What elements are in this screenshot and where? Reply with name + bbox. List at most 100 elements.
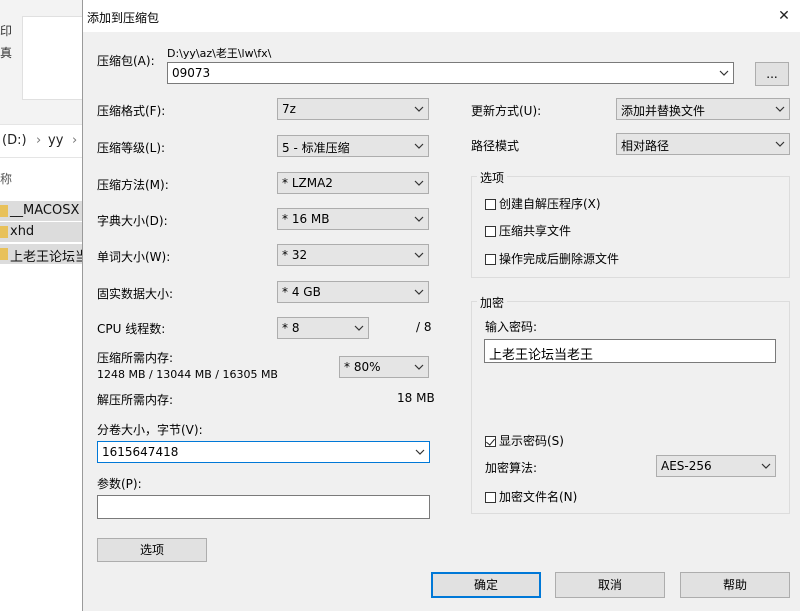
file-row[interactable]: __MACOSX: [0, 201, 82, 221]
encryption-method-combo[interactable]: AES-256: [656, 455, 776, 477]
chevron-down-icon: [414, 216, 424, 222]
threads-combo[interactable]: * 8: [277, 317, 369, 339]
cancel-button[interactable]: 取消: [555, 572, 665, 598]
threads-max: / 8: [416, 320, 432, 334]
password-value: 上老王论坛当老王: [489, 348, 594, 363]
dict-combo[interactable]: * 16 MB: [277, 208, 429, 230]
chevron-down-icon: [719, 70, 729, 76]
chevron-down-icon: [354, 325, 364, 331]
show-password-checkbox[interactable]: 显示密码(S): [485, 432, 564, 449]
file-row[interactable]: xhd: [0, 222, 82, 242]
address-folder[interactable]: yy: [48, 133, 63, 148]
pathmode-combo[interactable]: 相对路径: [616, 133, 790, 155]
level-label: 压缩等级(L):: [97, 141, 166, 155]
browse-button[interactable]: ...: [755, 62, 789, 86]
chevron-down-icon: [415, 449, 425, 455]
chevron-down-icon: [414, 364, 424, 370]
mem-decompress-value: 18 MB: [397, 391, 435, 405]
chevron-down-icon: [775, 106, 785, 112]
checkbox-icon: [485, 226, 496, 237]
explorer-window: 印 真 (D:) › yy › 称 __MACOSX xhd 上老王论坛当: [0, 0, 82, 611]
file-name: 上老王论坛当: [10, 250, 82, 265]
mem-percent-combo[interactable]: * 80%: [339, 356, 429, 378]
encrypt-names-checkbox[interactable]: 加密文件名(N): [485, 488, 577, 505]
close-icon: ✕: [778, 8, 790, 24]
ribbon-text-2: 真: [0, 46, 13, 60]
chevron-down-icon: [775, 141, 785, 147]
breadcrumb-chevron-icon: ›: [36, 133, 42, 148]
archive-name-value: 09073: [172, 66, 211, 80]
method-combo[interactable]: * LZMA2: [277, 172, 429, 194]
help-button[interactable]: 帮助: [680, 572, 790, 598]
format-combo[interactable]: 7z: [277, 98, 429, 120]
checkbox-icon: [485, 492, 496, 503]
level-value: 5 - 标准压缩: [282, 141, 350, 155]
show-password-label: 显示密码(S): [499, 434, 564, 448]
checkbox-icon: [485, 199, 496, 210]
word-combo[interactable]: * 32: [277, 244, 429, 266]
encryption-method-value: AES-256: [661, 459, 712, 473]
word-label: 单词大小(W):: [97, 250, 171, 264]
archive-name-combo[interactable]: 09073: [167, 62, 734, 84]
breadcrumb-chevron-icon: ›: [72, 133, 78, 148]
options-group-title: 选项: [477, 169, 508, 186]
options-button[interactable]: 选项: [97, 538, 207, 562]
checkbox-checked-icon: [485, 436, 496, 447]
file-name: xhd: [10, 224, 35, 239]
params-input[interactable]: [97, 495, 430, 519]
method-label: 压缩方法(M):: [97, 178, 169, 192]
delete-after-checkbox[interactable]: 操作完成后删除源文件: [485, 250, 619, 267]
volume-label: 分卷大小，字节(V):: [97, 423, 203, 437]
threads-label: CPU 线程数:: [97, 322, 166, 336]
folder-icon: [0, 248, 8, 260]
password-input[interactable]: 上老王论坛当老王: [484, 339, 776, 363]
update-label: 更新方式(U):: [471, 104, 542, 118]
dialog-titlebar[interactable]: 添加到压缩包 ✕: [83, 0, 800, 32]
file-row[interactable]: 上老王论坛当: [0, 244, 82, 265]
encrypt-names-label: 加密文件名(N): [499, 490, 578, 504]
shared-files-label: 压缩共享文件: [499, 224, 572, 238]
column-header-name[interactable]: 称: [0, 170, 12, 187]
explorer-address-bar[interactable]: (D:) › yy ›: [0, 124, 82, 158]
chevron-down-icon: [761, 463, 771, 469]
chevron-down-icon: [414, 252, 424, 258]
dict-label: 字典大小(D):: [97, 214, 168, 228]
checkbox-icon: [485, 254, 496, 265]
ribbon-panel: [22, 16, 82, 100]
volume-value: 1615647418: [102, 445, 179, 459]
chevron-down-icon: [414, 289, 424, 295]
archive-path: D:\yy\az\老王\lw\fx\: [167, 47, 272, 60]
solid-value: * 4 GB: [282, 285, 321, 299]
threads-value: * 8: [282, 321, 300, 335]
solid-label: 固实数据大小:: [97, 287, 174, 301]
mem-compress-label: 压缩所需内存:: [97, 351, 174, 365]
encryption-group-title: 加密: [477, 294, 508, 311]
pathmode-value: 相对路径: [621, 139, 670, 153]
shared-files-checkbox[interactable]: 压缩共享文件: [485, 222, 571, 239]
params-label: 参数(P):: [97, 477, 142, 491]
ok-button[interactable]: 确定: [431, 572, 541, 598]
mem-decompress-label: 解压所需内存:: [97, 393, 174, 407]
update-value: 添加并替换文件: [621, 104, 706, 118]
close-button[interactable]: ✕: [771, 4, 797, 28]
volume-combo[interactable]: 1615647418: [97, 441, 430, 463]
level-combo[interactable]: 5 - 标准压缩: [277, 135, 429, 157]
add-to-archive-dialog: 添加到压缩包 ✕ 压缩包(A): D:\yy\az\老王\lw\fx\ 0907…: [82, 0, 800, 611]
delete-after-label: 操作完成后删除源文件: [499, 252, 620, 266]
solid-combo[interactable]: * 4 GB: [277, 281, 429, 303]
address-drive[interactable]: (D:): [2, 133, 27, 148]
file-name: __MACOSX: [10, 203, 80, 218]
mem-percent-value: * 80%: [344, 360, 381, 374]
chevron-down-icon: [414, 106, 424, 112]
folder-icon: [0, 205, 8, 217]
archive-label: 压缩包(A):: [97, 54, 155, 68]
encryption-method-label: 加密算法:: [485, 461, 538, 475]
pathmode-label: 路径模式: [471, 139, 520, 153]
format-label: 压缩格式(F):: [97, 104, 166, 118]
sfx-checkbox[interactable]: 创建自解压程序(X): [485, 195, 601, 212]
update-combo[interactable]: 添加并替换文件: [616, 98, 790, 120]
chevron-down-icon: [414, 180, 424, 186]
sfx-label: 创建自解压程序(X): [499, 197, 601, 211]
chevron-down-icon: [414, 143, 424, 149]
word-value: * 32: [282, 248, 308, 262]
